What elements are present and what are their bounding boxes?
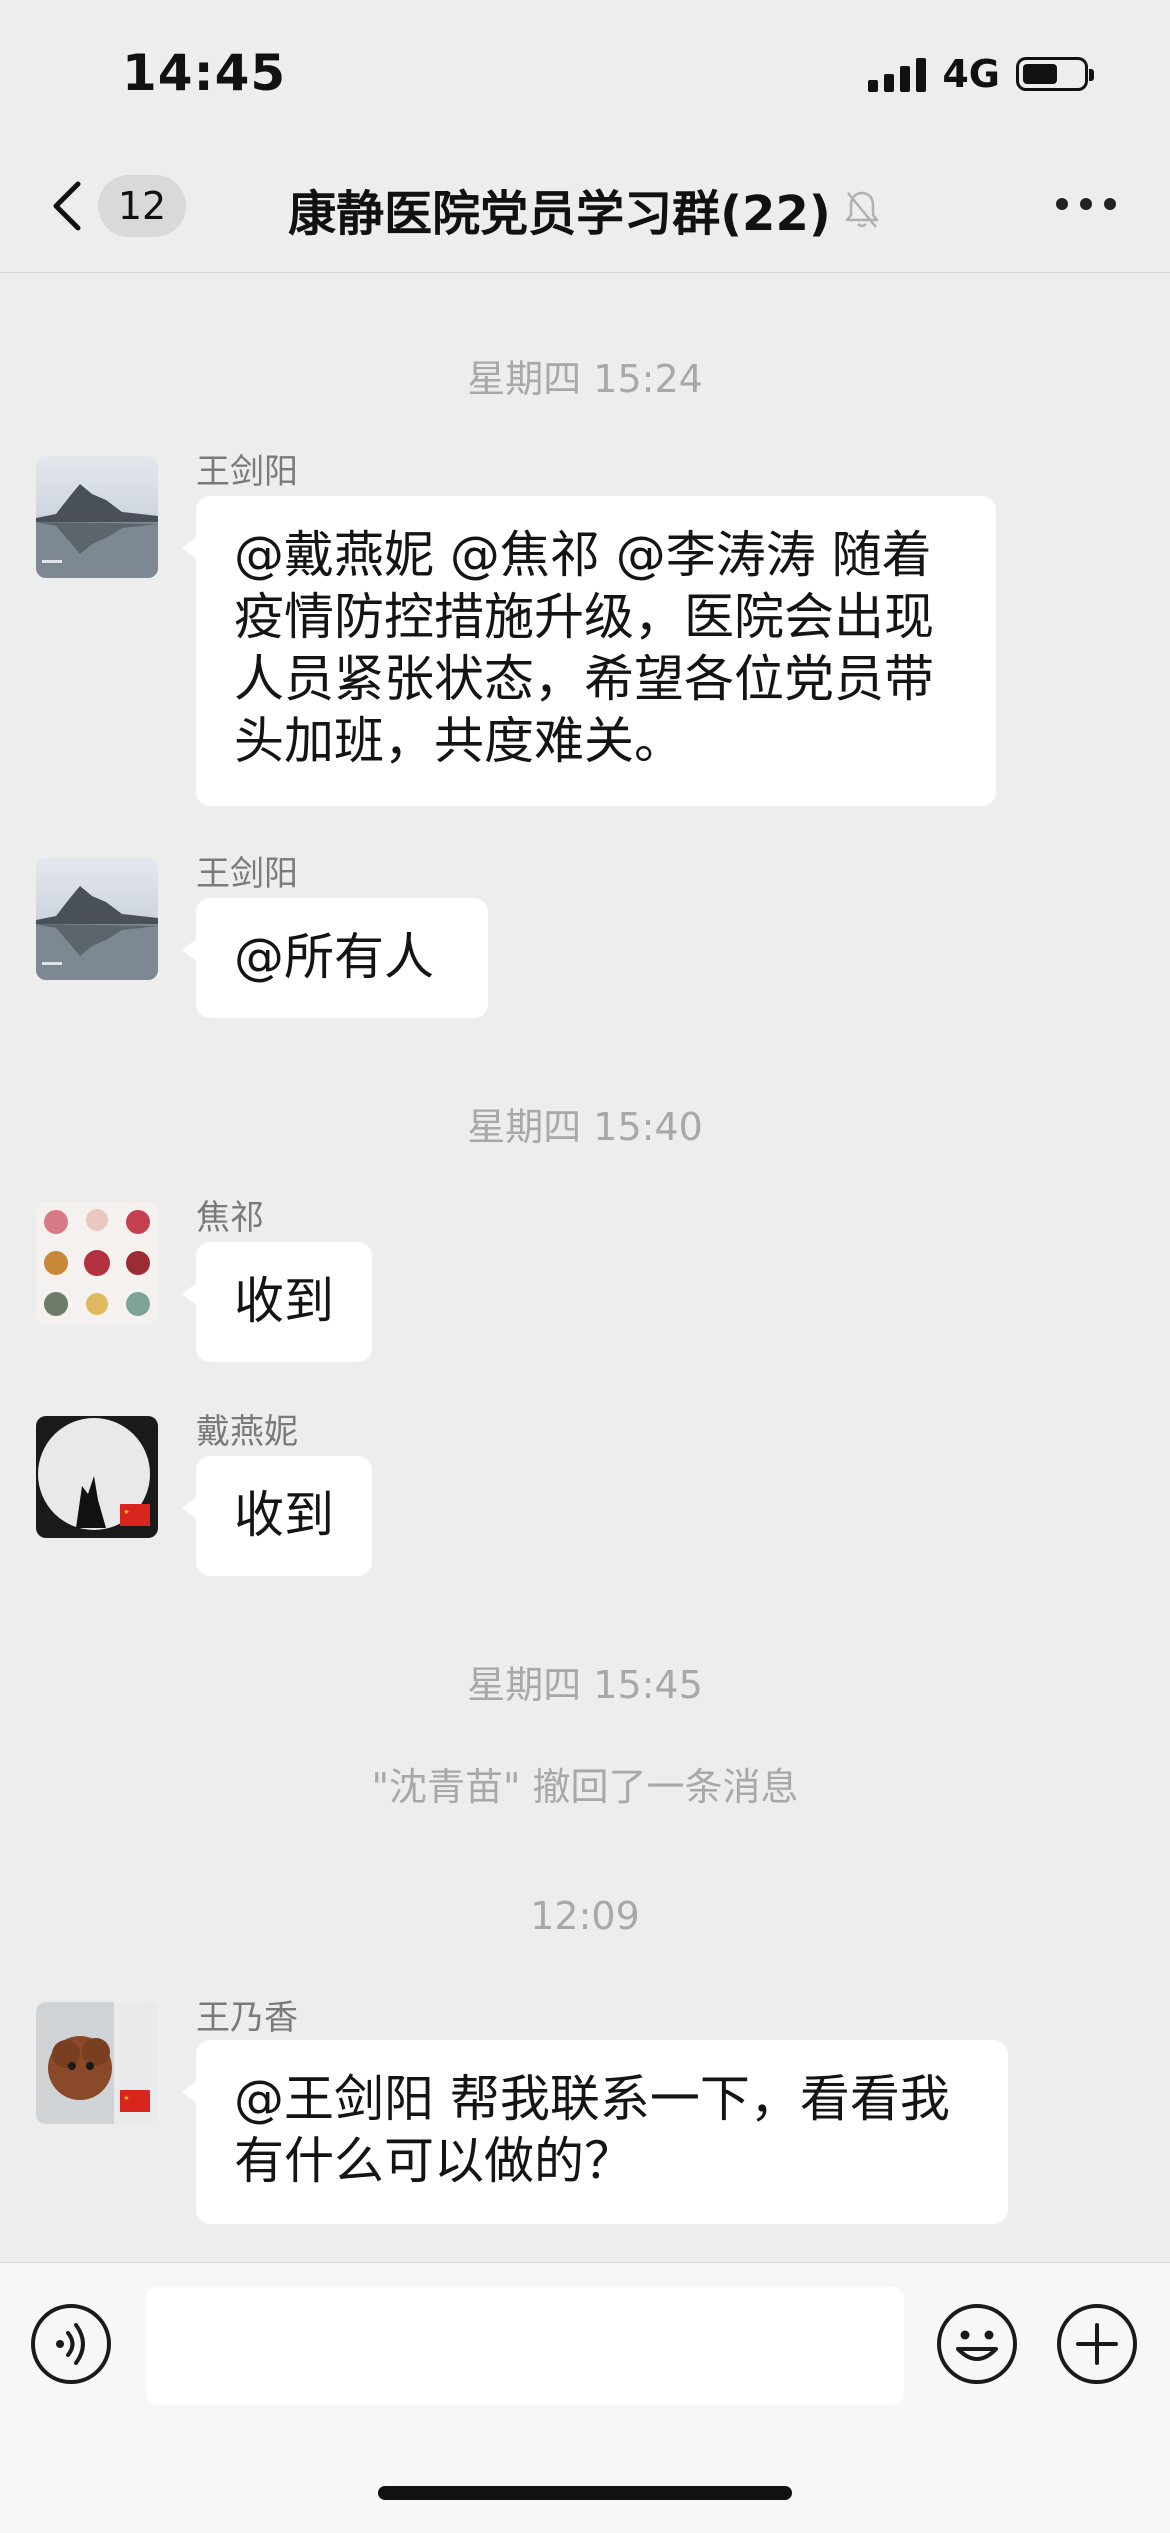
message-bubble[interactable]: 收到 <box>182 1456 372 1576</box>
voice-icon[interactable] <box>30 2303 112 2385</box>
avatar[interactable] <box>36 456 158 578</box>
timestamp: 星期四 15:45 <box>467 1663 703 1707</box>
avatar[interactable] <box>36 1416 158 1538</box>
sender-name: 王剑阳 <box>196 452 298 492</box>
landscape-avatar-image <box>36 858 158 980</box>
status-time: 14:45 <box>122 44 287 102</box>
chat-header: 12 康静医院党员学习群(22) <box>0 140 1170 273</box>
network-label: 4G <box>942 52 1000 96</box>
message-bubble[interactable]: 收到 <box>182 1242 372 1362</box>
back-chevron-icon[interactable] <box>44 178 96 234</box>
message-line: 收到 <box>234 1272 334 1330</box>
message-input[interactable] <box>146 2287 904 2405</box>
sender-name: 戴燕妮 <box>196 1412 298 1452</box>
unread-count-badge[interactable]: 12 <box>98 175 186 237</box>
sender-name: 王剑阳 <box>196 854 298 894</box>
message-bubble[interactable]: @王剑阳 帮我联系一下，看看我 有什么可以做的？ <box>182 2040 1008 2224</box>
landscape-avatar-image <box>36 456 158 578</box>
message-line: 有什么可以做的？ <box>234 2132 634 2190</box>
emoji-icon[interactable] <box>936 2303 1018 2385</box>
status-bar: 14:45 4G <box>0 0 1170 140</box>
dog-avatar-image <box>36 2002 158 2124</box>
avatar[interactable] <box>36 1202 158 1324</box>
sender-name: 王乃香 <box>196 1998 298 2038</box>
signal-icon <box>868 56 927 92</box>
home-indicator <box>378 2486 792 2500</box>
status-indicators: 4G <box>868 52 1094 96</box>
timestamp: 星期四 15:24 <box>467 357 703 401</box>
message-bubble[interactable]: @所有人 <box>182 898 488 1018</box>
collage-avatar-image <box>36 1202 158 1324</box>
timestamp: 星期四 15:40 <box>467 1105 703 1149</box>
recall-notice: "沈青苗" 撤回了一条消息 <box>371 1765 799 1809</box>
message-line: 收到 <box>234 1486 334 1544</box>
message-line: @王剑阳 帮我联系一下，看看我 <box>234 2070 950 2128</box>
message-line: 人员紧张状态，希望各位党员带 <box>234 650 934 708</box>
moon-avatar-image <box>36 1416 158 1538</box>
message-line: 疫情防控措施升级，医院会出现 <box>234 588 934 646</box>
more-icon[interactable] <box>1056 198 1116 214</box>
battery-icon <box>1016 57 1094 91</box>
sender-name: 焦祁 <box>196 1198 264 1238</box>
message-line: 头加班，共度难关。 <box>234 712 684 770</box>
message-line: @戴燕妮 @焦祁 @李涛涛 随着 <box>234 526 932 584</box>
chat-title-wrap[interactable]: 康静医院党员学习群(22) <box>200 174 970 244</box>
chat-title: 康静医院党员学习群(22) <box>288 186 831 242</box>
avatar[interactable] <box>36 2002 158 2124</box>
plus-icon[interactable] <box>1056 2303 1138 2385</box>
message-bubble[interactable]: @戴燕妮 @焦祁 @李涛涛 随着 疫情防控措施升级，医院会出现 人员紧张状态，希… <box>182 496 996 806</box>
message-line: @所有人 <box>234 928 434 986</box>
timestamp: 12:09 <box>530 1894 640 1938</box>
avatar[interactable] <box>36 858 158 980</box>
mute-bell-icon <box>845 191 879 228</box>
